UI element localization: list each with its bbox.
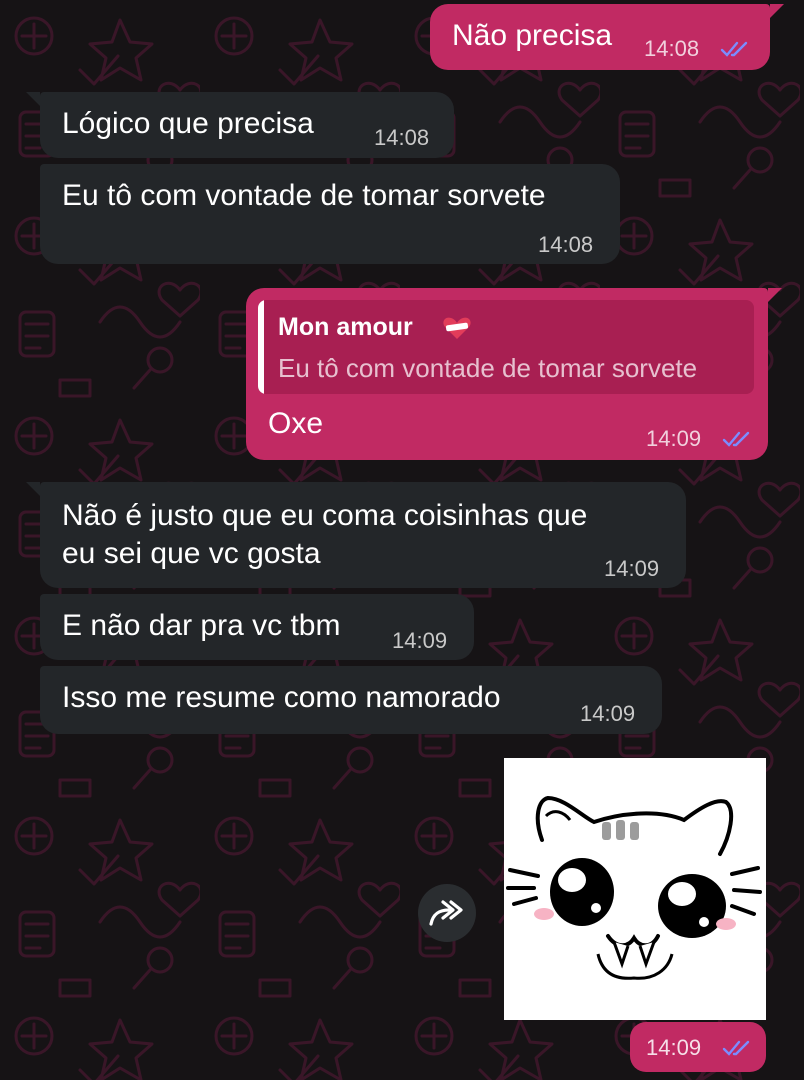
message-time: 14:09	[646, 1035, 702, 1060]
message-text: Isso me resume como namorado	[62, 681, 501, 714]
quote-bar	[258, 300, 264, 394]
bubble-tail	[26, 92, 40, 106]
quoted-message[interactable]: Mon amour Eu tô com vontade de tomar sor…	[258, 300, 754, 394]
message-text-line: eu sei que vc gosta	[62, 537, 321, 570]
cat-sticker-drawing	[506, 795, 762, 980]
message-text: Eu tô com vontade de tomar sorvete	[62, 179, 546, 212]
quote-text: Eu tô com vontade de tomar sorvete	[278, 353, 698, 383]
message-bubble-outgoing[interactable]: Não precisa 14:08	[430, 4, 770, 70]
message-text: E não dar pra vc tbm	[62, 609, 341, 642]
message-time: 14:08	[374, 125, 430, 150]
read-receipt-icon	[722, 431, 750, 447]
read-receipt-icon	[720, 41, 748, 57]
cute-cat-sticker[interactable]	[504, 758, 766, 1020]
bubble-tail	[26, 482, 40, 496]
read-receipt-icon	[722, 1040, 750, 1056]
forward-button[interactable]	[418, 884, 476, 942]
forward-icon	[429, 900, 463, 926]
quote-author: Mon amour	[278, 313, 413, 341]
mending-heart-icon	[443, 317, 471, 339]
message-time: 14:09	[580, 701, 636, 726]
message-time: 14:09	[392, 628, 448, 653]
message-time: 14:08	[538, 232, 594, 257]
message-text: Oxe	[268, 407, 324, 440]
message-bubble-incoming[interactable]: E não dar pra vc tbm 14:09	[40, 594, 474, 660]
message-text: Não precisa	[452, 19, 613, 52]
message-bubble-incoming[interactable]: Não é justo que eu coma coisinhas que eu…	[40, 482, 686, 588]
message-time: 14:09	[604, 556, 660, 581]
message-time: 14:08	[644, 36, 700, 61]
message-bubble-incoming[interactable]: Lógico que precisa 14:08	[40, 92, 454, 158]
bubble-tail	[770, 4, 784, 18]
message-bubble-incoming[interactable]: Isso me resume como namorado 14:09	[40, 666, 662, 734]
message-time: 14:09	[646, 426, 702, 451]
message-bubble-outgoing-reply[interactable]: Mon amour Eu tô com vontade de tomar sor…	[246, 288, 768, 460]
message-text: Lógico que precisa	[62, 107, 314, 140]
message-text-line: Não é justo que eu coma coisinhas que	[62, 499, 588, 532]
bubble-tail	[768, 288, 782, 302]
sticker-time-badge: 14:09	[630, 1022, 766, 1072]
message-bubble-incoming[interactable]: Eu tô com vontade de tomar sorvete 14:08	[40, 164, 620, 264]
